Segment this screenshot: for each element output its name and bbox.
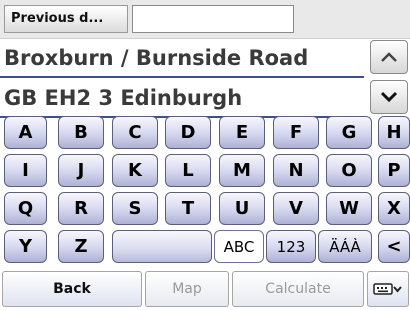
key-y[interactable]: Y [4,230,47,263]
backspace-key[interactable]: < [378,230,410,263]
key-m[interactable]: M [219,154,265,187]
address-line-street: Broxburn / Burnside Road [0,38,364,78]
key-a[interactable]: A [4,116,47,149]
map-button[interactable]: Map [145,271,229,307]
key-b[interactable]: B [58,116,104,149]
key-u[interactable]: U [219,192,265,225]
key-h[interactable]: H [378,116,410,149]
key-j[interactable]: J [58,154,104,187]
back-button[interactable]: Back [2,271,142,307]
previous-destinations-button[interactable]: Previous d... [4,5,128,33]
key-l[interactable]: L [165,154,211,187]
space-key[interactable] [112,230,212,263]
abc-mode-key[interactable]: ABC [214,230,264,263]
accented-chars-key[interactable]: ÄÁÀ [318,230,372,263]
key-f[interactable]: F [273,116,319,149]
key-w[interactable]: W [326,192,372,225]
calculate-button[interactable]: Calculate [232,271,364,307]
key-k[interactable]: K [112,154,158,187]
key-c[interactable]: C [112,116,158,149]
address-line-city: GB EH2 3 Edinburgh [0,78,364,118]
key-x[interactable]: X [378,192,410,225]
key-d[interactable]: D [165,116,211,149]
key-r[interactable]: R [58,192,104,225]
keyboard-icon [373,283,402,295]
key-o[interactable]: O [326,154,372,187]
key-e[interactable]: E [219,116,265,149]
key-n[interactable]: N [273,154,319,187]
scroll-down-button[interactable] [370,80,408,114]
key-v[interactable]: V [273,192,319,225]
key-z[interactable]: Z [58,230,104,263]
key-s[interactable]: S [112,192,158,225]
key-t[interactable]: T [165,192,211,225]
key-i[interactable]: I [4,154,47,187]
scroll-up-button[interactable] [370,40,408,74]
chevron-down-icon [380,91,398,103]
previous-input-field[interactable] [132,5,294,33]
keyboard-toggle-button[interactable] [367,271,409,307]
key-g[interactable]: G [326,116,372,149]
key-p[interactable]: P [378,154,410,187]
chevron-up-icon [381,52,397,62]
numeric-mode-key[interactable]: 123 [266,230,316,263]
top-bar: Previous d... [0,0,410,39]
key-q[interactable]: Q [4,192,47,225]
